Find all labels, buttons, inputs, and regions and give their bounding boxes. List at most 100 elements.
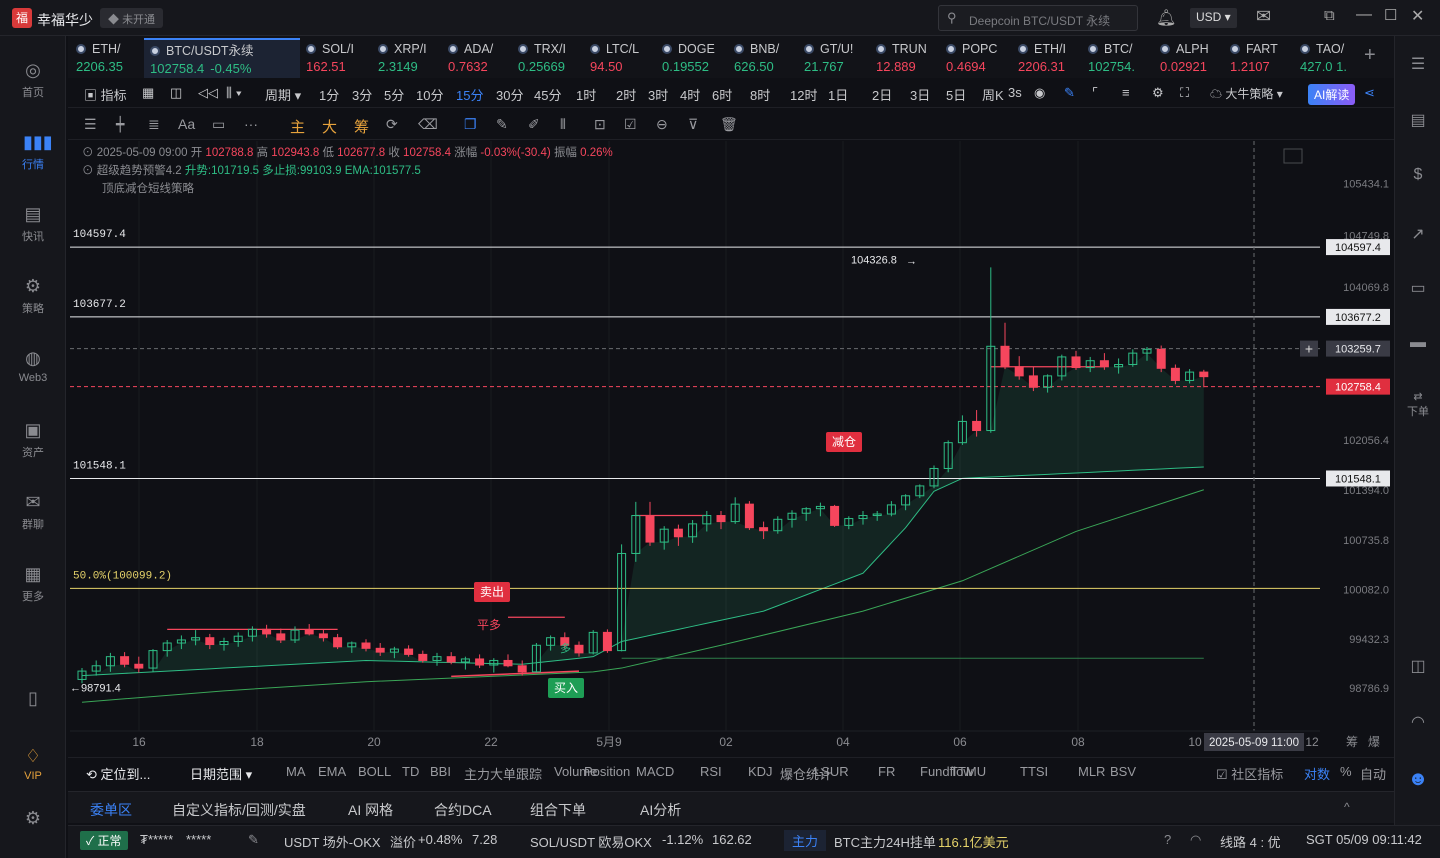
- popout-icon[interactable]: ⧉: [1324, 7, 1335, 24]
- ticker-tab[interactable]: FART 1.2107: [1224, 38, 1294, 78]
- timeframe-option[interactable]: 10分: [416, 85, 443, 104]
- timeframe-option[interactable]: 周K: [982, 85, 1004, 104]
- sell-signal[interactable]: 卖出: [474, 582, 510, 602]
- indicator-option[interactable]: MA: [286, 764, 306, 779]
- headset-icon[interactable]: ◠: [1395, 712, 1440, 732]
- erase-icon[interactable]: ⌫: [418, 116, 438, 133]
- help-icon[interactable]: ?: [1164, 832, 1171, 847]
- order-button[interactable]: ⇄ 下单: [1395, 390, 1440, 419]
- text-icon[interactable]: Aa: [178, 116, 195, 132]
- nav-market[interactable]: ▮▮▮ 行情: [0, 132, 66, 172]
- nav-web3[interactable]: ◍ Web3: [0, 348, 66, 384]
- line-quality[interactable]: 线路 4 : 优: [1220, 832, 1281, 851]
- indicator-option[interactable]: TTSI: [1020, 764, 1048, 779]
- hamburger-icon[interactable]: ☰: [84, 116, 97, 133]
- ticker-tab[interactable]: POPC 0.4694: [940, 38, 1012, 78]
- lock-icon[interactable]: ⊡: [594, 116, 606, 133]
- indicator-option[interactable]: Position: [584, 764, 630, 779]
- main-chart-toggle[interactable]: 主: [290, 116, 305, 137]
- indicator-option[interactable]: BBI: [430, 764, 451, 779]
- add-tab-button[interactable]: +: [1364, 44, 1376, 67]
- timeframe-option[interactable]: 1日: [828, 85, 848, 104]
- refresh-icon[interactable]: ⟳: [386, 116, 398, 133]
- panel-tab[interactable]: AI分析: [640, 800, 681, 820]
- compare-icon[interactable]: ◫: [170, 85, 182, 101]
- user-name[interactable]: 幸福华少: [37, 10, 93, 30]
- strategy-select[interactable]: ☁ 大牛策略 ▾: [1210, 85, 1283, 102]
- indicator-option[interactable]: TD: [402, 764, 419, 779]
- collapse-icon[interactable]: ⊙: [82, 147, 94, 159]
- replay-icon[interactable]: ◁◁: [198, 85, 218, 101]
- log-scale-toggle[interactable]: 对数: [1304, 764, 1330, 783]
- search-box[interactable]: ⚲ Deepcoin BTC/USDT 永续: [938, 5, 1138, 31]
- ticker-tab[interactable]: LTC/L 94.50: [584, 38, 656, 78]
- panel-tab[interactable]: 组合下单: [530, 800, 586, 820]
- ticker-tab[interactable]: ETH/I 2206.31: [1012, 38, 1082, 78]
- percent-scale-toggle[interactable]: %: [1340, 764, 1352, 779]
- nav-vip[interactable]: ♢ VIP: [0, 746, 66, 782]
- indicator-option[interactable]: TTMU: [950, 764, 986, 779]
- copy-icon[interactable]: ❐: [464, 116, 477, 133]
- ticker-tab[interactable]: ETH/ 2206.35: [70, 38, 144, 78]
- ticker-tab[interactable]: BTC/ 102754.: [1082, 38, 1154, 78]
- filter-icon[interactable]: ⊽: [688, 116, 698, 133]
- timeframe-option[interactable]: 6时: [712, 85, 732, 104]
- indicator-option[interactable]: 主力大单跟踪: [464, 764, 542, 783]
- indicator-option[interactable]: FR: [878, 764, 895, 779]
- nav-settings[interactable]: ⚙: [0, 808, 66, 832]
- currency-select[interactable]: USD ▾: [1190, 8, 1237, 28]
- refresh-interval[interactable]: 3s: [1008, 85, 1022, 100]
- chip-toggle[interactable]: 筹: [354, 116, 369, 137]
- indicator-option[interactable]: LSUR: [814, 764, 849, 779]
- panel-tab[interactable]: AI 网格: [348, 800, 393, 820]
- price-chart[interactable]: 104597.4 103677.2 101548.1 50.0%(100099.2) 1…: [70, 141, 1390, 753]
- minimize-icon[interactable]: —: [1356, 6, 1372, 24]
- panel-tab[interactable]: 自定义指标/回测/实盘: [172, 800, 306, 820]
- indicator-option[interactable]: RSI: [700, 764, 722, 779]
- close-icon[interactable]: ✕: [1411, 6, 1424, 26]
- pen-icon[interactable]: ✎: [1064, 85, 1075, 101]
- dollar-icon[interactable]: $: [1395, 166, 1440, 184]
- document-icon[interactable]: ▤: [1395, 110, 1440, 130]
- menu-icon[interactable]: ≡: [1122, 85, 1130, 100]
- edit-icon[interactable]: ☑: [624, 116, 637, 133]
- indicator-option[interactable]: EMA: [318, 764, 346, 779]
- magnet-icon[interactable]: ⊖: [656, 116, 668, 133]
- timeframe-option[interactable]: 2时: [616, 85, 636, 104]
- monitor-icon[interactable]: ▭: [1395, 278, 1440, 298]
- indicator2-name[interactable]: 顶底减仓短线策略: [102, 183, 194, 195]
- expand-chart-icon[interactable]: [1283, 148, 1303, 164]
- reduce-signal[interactable]: 减仓: [826, 432, 862, 452]
- layout-icon[interactable]: ◫: [1395, 656, 1440, 676]
- bell-icon[interactable]: 🔔︎: [1156, 8, 1176, 28]
- indicator-option[interactable]: MACD: [636, 764, 674, 779]
- period-select[interactable]: 周期 ▾: [265, 85, 301, 104]
- timeframe-option[interactable]: 15分: [456, 85, 483, 104]
- timeframe-option[interactable]: 4时: [680, 85, 700, 104]
- connection-state[interactable]: ✓ 正常: [80, 831, 128, 850]
- panel-tab[interactable]: 合约DCA: [434, 800, 492, 820]
- nav-assets[interactable]: ▣ 资产: [0, 420, 66, 460]
- ticker-tab[interactable]: GT/U! 21.767: [798, 38, 870, 78]
- burst-toggle[interactable]: 爆: [1368, 735, 1380, 749]
- assistant-icon[interactable]: ☻: [1395, 768, 1440, 791]
- share-icon[interactable]: ⋖: [1364, 85, 1375, 101]
- maximize-icon[interactable]: ☐: [1384, 6, 1397, 24]
- locate-button[interactable]: ⟲ 定位到...: [86, 764, 150, 783]
- timeframe-option[interactable]: 2日: [872, 85, 892, 104]
- ticker-tab[interactable]: SOL/I 162.51: [300, 38, 372, 78]
- indicator-button[interactable]: ▣ 指标: [84, 85, 127, 104]
- indicator-option[interactable]: MLR: [1078, 764, 1105, 779]
- gear-icon[interactable]: ⚙: [1152, 85, 1164, 101]
- timeframe-option[interactable]: 3分: [352, 85, 372, 104]
- chip-toggle[interactable]: 筹: [1346, 735, 1358, 749]
- community-indicators[interactable]: ☑ 社区指标: [1216, 764, 1283, 783]
- timeframe-option[interactable]: 1时: [576, 85, 596, 104]
- lines-icon[interactable]: ≣: [148, 116, 160, 133]
- timeframe-option[interactable]: 5日: [946, 85, 966, 104]
- list-icon[interactable]: ☰: [1395, 54, 1440, 74]
- ticker-tab[interactable]: TRX/I 0.25669: [512, 38, 584, 78]
- ticker-tab[interactable]: TAO/427.0 1.: [1294, 38, 1366, 78]
- collapse-panel-icon[interactable]: ^: [1344, 800, 1350, 814]
- trend-icon[interactable]: ↗: [1395, 224, 1440, 244]
